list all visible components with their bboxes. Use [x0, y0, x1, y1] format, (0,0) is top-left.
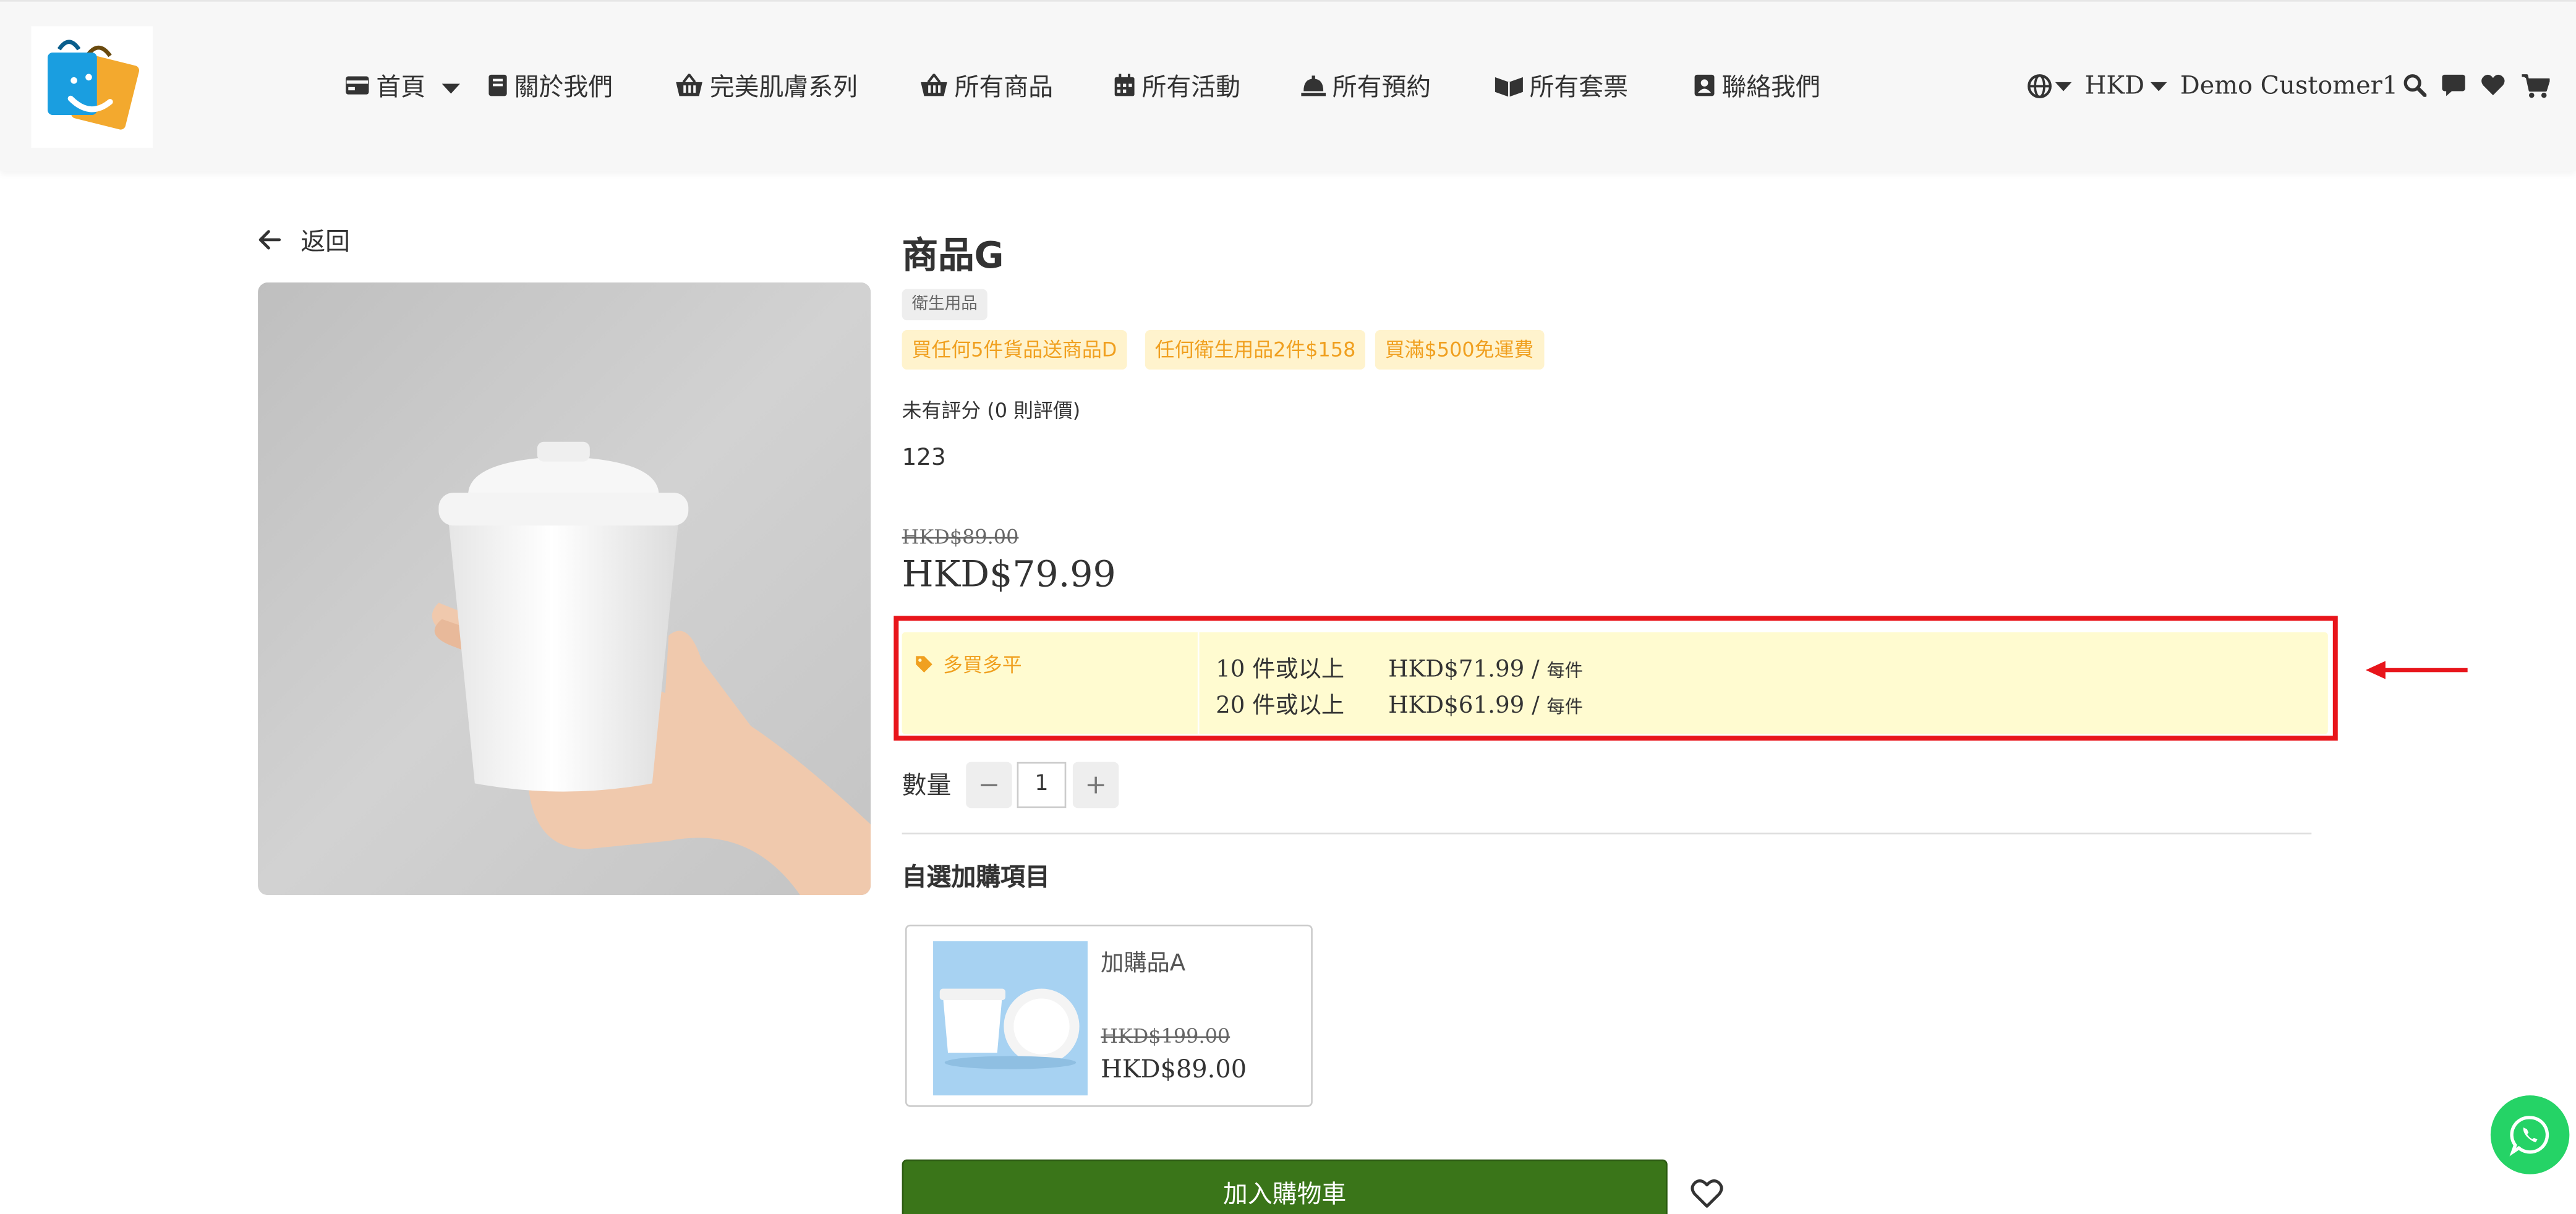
wishlist-button[interactable]: [2481, 69, 2506, 102]
basket-icon: [676, 74, 702, 96]
addon-section-title: 自選加購項目: [902, 862, 1050, 892]
product-title: 商品G: [902, 236, 1004, 278]
chevron-down-icon: [2151, 81, 2168, 91]
site-header: 首頁 關於我們 完美肌膚系列 所有商品 所有活動 所有預約 所有套票 聯絡我們 …: [0, 0, 2576, 171]
addon-original-price: HKD$199.00: [1101, 1024, 1230, 1048]
globe-icon: [2028, 73, 2052, 98]
shopping-cart-icon: [2522, 73, 2550, 98]
arrow-left-icon: [258, 230, 281, 250]
product-description: 123: [902, 445, 946, 472]
currency-switcher[interactable]: HKD: [2085, 69, 2168, 102]
search-icon: [2403, 74, 2427, 97]
nav-skincare[interactable]: 完美肌膚系列: [675, 69, 858, 102]
nav-all-bookings-label: 所有預約: [1332, 71, 1431, 101]
red-arrow-annotation-icon: [2365, 661, 2468, 679]
heart-icon: [2481, 74, 2505, 96]
language-switcher[interactable]: [2028, 69, 2072, 102]
highlight-box: [893, 616, 2338, 741]
shopping-bags-logo-icon: [48, 40, 140, 130]
nav-home[interactable]: 首頁: [345, 69, 460, 102]
whatsapp-chat-button[interactable]: [2490, 1095, 2570, 1174]
addon-card[interactable]: 加購品A HKD$199.00 HKD$89.00: [905, 924, 1313, 1107]
nav-home-label: 首頁: [376, 71, 426, 101]
chevron-down-icon: [2055, 81, 2072, 91]
book-icon: [488, 74, 507, 96]
nav-all-bookings[interactable]: 所有預約: [1301, 69, 1431, 102]
add-to-cart-button[interactable]: 加入購物車: [902, 1159, 1668, 1214]
nav-all-events-label: 所有活動: [1141, 71, 1240, 101]
addon-price: HKD$89.00: [1101, 1054, 1247, 1084]
nav-all-products[interactable]: 所有商品: [920, 69, 1053, 102]
category-tag[interactable]: 衛生用品: [902, 289, 987, 321]
addon-name: 加購品A: [1101, 951, 1186, 977]
product-photo-cup: [258, 282, 871, 896]
contact-card-icon: [1694, 74, 1715, 96]
user-name: Demo Customer1: [2180, 70, 2399, 101]
quantity-increase-button[interactable]: +: [1072, 762, 1119, 809]
nav-skincare-label: 完美肌膚系列: [709, 71, 858, 101]
add-to-wishlist-button[interactable]: [1691, 1179, 1723, 1214]
quantity-label: 數量: [902, 770, 952, 800]
promo-tag[interactable]: 任何衛生用品2件$158: [1145, 330, 1366, 370]
back-link[interactable]: 返回: [258, 225, 350, 255]
original-price: HKD$89.00: [902, 525, 1019, 549]
basket-icon: [921, 74, 947, 96]
back-label: 返回: [301, 226, 350, 256]
rating-summary[interactable]: 未有評分 (0 則評價): [902, 396, 1081, 423]
chat-bubble-icon: [2442, 74, 2465, 96]
product-image[interactable]: [258, 282, 871, 896]
chevron-down-icon: [441, 83, 460, 93]
messages-button[interactable]: [2441, 69, 2466, 102]
nav-about[interactable]: 關於我們: [488, 69, 613, 102]
bell-icon: [1301, 74, 1326, 96]
heart-outline-icon: [1691, 1179, 1723, 1208]
nav-about-label: 關於我們: [514, 71, 613, 101]
nav-contact-label: 聯絡我們: [1721, 71, 1820, 101]
promo-tag[interactable]: 買任何5件貨品送商品D: [902, 330, 1127, 370]
nav-all-products-label: 所有商品: [954, 71, 1054, 101]
store-logo[interactable]: [31, 26, 153, 148]
quantity-input[interactable]: 1: [1017, 762, 1067, 809]
ticket-icon: [1495, 76, 1523, 96]
quantity-decrease-button[interactable]: −: [966, 762, 1012, 809]
divider: [902, 833, 2312, 834]
addon-photo-containers: [933, 941, 1088, 1096]
cart-button[interactable]: [2522, 69, 2550, 102]
nav-all-tickets-label: 所有套票: [1529, 71, 1629, 101]
promo-tag[interactable]: 買滿$500免運費: [1375, 330, 1544, 370]
nav-all-tickets[interactable]: 所有套票: [1495, 69, 1628, 102]
credit-card-icon: [346, 76, 369, 95]
current-price: HKD$79.99: [902, 555, 1116, 596]
search-button[interactable]: [2403, 69, 2427, 102]
nav-contact[interactable]: 聯絡我們: [1694, 69, 1820, 102]
addon-image: [933, 941, 1088, 1096]
calendar-icon: [1114, 74, 1135, 96]
currency-label: HKD: [2084, 70, 2145, 101]
user-account-link[interactable]: Demo Customer1: [2180, 69, 2398, 102]
nav-all-events[interactable]: 所有活動: [1114, 69, 1240, 102]
whatsapp-icon: [2509, 1116, 2549, 1157]
